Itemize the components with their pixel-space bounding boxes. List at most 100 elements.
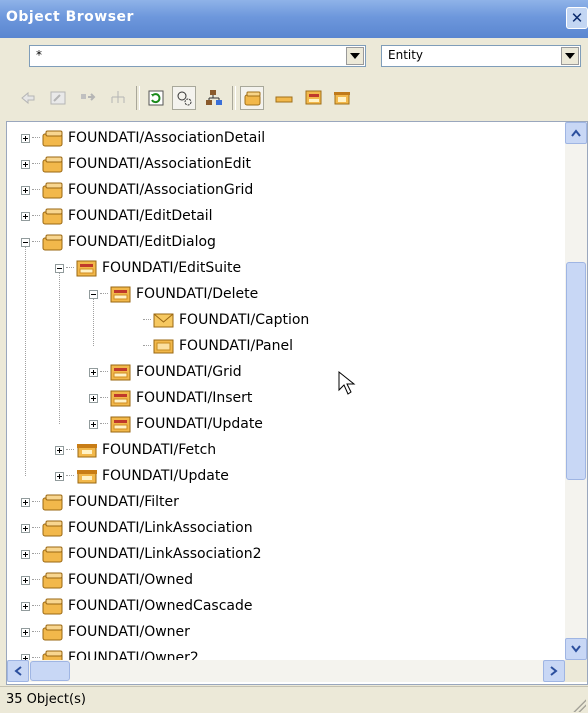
entity-icon: [42, 597, 64, 615]
expand-plus-icon[interactable]: [55, 471, 64, 481]
close-icon: ✕: [570, 9, 584, 27]
expand-plus-icon[interactable]: [21, 601, 30, 611]
tree-node[interactable]: FOUNDATI/AssociationEdit: [21, 151, 251, 177]
tree-node[interactable]: FOUNDATI/Fetch: [55, 437, 216, 463]
title-bar[interactable]: Object Browser ✕: [0, 0, 588, 38]
tree-node[interactable]: FOUNDATI/Owned: [21, 567, 193, 593]
tree-node-label: FOUNDATI/AssociationEdit: [68, 156, 252, 172]
tree-branch-line: [100, 397, 108, 399]
tree-node[interactable]: FOUNDATI/Filter: [21, 489, 179, 515]
scroll-down-button[interactable]: [565, 638, 587, 660]
tree-node[interactable]: FOUNDATI/LinkAssociation2: [21, 541, 262, 567]
collapse-minus-icon[interactable]: [55, 263, 64, 273]
type-filter-value: Entity: [388, 48, 424, 62]
tree-rows: FOUNDATI/AssociationDetail FOUNDATI/Assoc…: [7, 122, 565, 660]
tree-node[interactable]: FOUNDATI/OwnedCascade: [21, 593, 252, 619]
tree-node[interactable]: FOUNDATI/Owner2: [21, 645, 199, 660]
tree-node[interactable]: FOUNDATI/EditDialog: [21, 229, 216, 255]
tree-guide-line: [59, 273, 61, 424]
suite-icon: [110, 285, 132, 303]
tree-node-label: FOUNDATI/Fetch: [102, 442, 217, 458]
tree-node[interactable]: FOUNDATI/LinkAssociation: [21, 515, 253, 541]
status-bar: 35 Object(s): [0, 686, 588, 713]
object-tree[interactable]: FOUNDATI/AssociationDetail FOUNDATI/Assoc…: [6, 121, 588, 685]
tree-node[interactable]: FOUNDATI/Grid: [89, 359, 242, 385]
tree-node-label: FOUNDATI/Filter: [68, 494, 179, 510]
tree-node[interactable]: FOUNDATI/Update: [55, 463, 229, 489]
expand-plus-icon[interactable]: [89, 367, 98, 377]
type-filter-combo[interactable]: Entity: [381, 45, 581, 67]
toolbar: [6, 80, 586, 116]
tree-node[interactable]: FOUNDATI/Update: [89, 411, 263, 437]
tree-node-label: FOUNDATI/Update: [136, 416, 263, 432]
tree-node-label: FOUNDATI/Owned: [68, 572, 194, 588]
tree-node-label: FOUNDATI/Insert: [136, 390, 253, 406]
tree-node[interactable]: FOUNDATI/Panel: [123, 333, 293, 359]
expand-plus-icon[interactable]: [89, 393, 98, 403]
collapse-minus-icon[interactable]: [89, 289, 98, 299]
scroll-left-button[interactable]: [7, 660, 29, 682]
tree-node[interactable]: FOUNDATI/AssociationGrid: [21, 177, 253, 203]
tree-node-label: FOUNDATI/LinkAssociation2: [68, 546, 262, 562]
expand-plus-icon[interactable]: [21, 497, 30, 507]
tree-node-label: FOUNDATI/EditDialog: [68, 234, 216, 250]
collapse-minus-icon[interactable]: [21, 237, 30, 247]
expand-plus-icon[interactable]: [21, 523, 30, 533]
horizontal-scrollbar[interactable]: [7, 660, 565, 682]
tree-node-label: FOUNDATI/Grid: [136, 364, 242, 380]
tree-node-label: FOUNDATI/AssociationDetail: [68, 130, 266, 146]
resize-grip-icon[interactable]: [572, 698, 586, 712]
collection-filter-icon[interactable]: [330, 86, 354, 110]
expand-plus-icon[interactable]: [55, 445, 64, 455]
object-count: 35 Object(s): [6, 692, 86, 707]
expand-plus-icon[interactable]: [21, 549, 30, 559]
suite-icon: [110, 415, 132, 433]
chevron-down-icon[interactable]: [346, 47, 364, 65]
refresh-icon[interactable]: [144, 86, 168, 110]
search-objects-icon[interactable]: [172, 86, 196, 110]
tree-node[interactable]: FOUNDATI/EditSuite: [55, 255, 241, 281]
tree-node[interactable]: FOUNDATI/AssociationDetail: [21, 125, 265, 151]
scroll-right-button[interactable]: [543, 660, 565, 682]
tree-branch-line: [32, 605, 40, 607]
close-button[interactable]: ✕: [566, 7, 588, 29]
suite-icon: [76, 259, 98, 277]
hierarchy-icon[interactable]: [106, 86, 130, 110]
tree-node[interactable]: FOUNDATI/Delete: [89, 281, 258, 307]
tree-node[interactable]: FOUNDATI/Insert: [89, 385, 252, 411]
name-filter-combo[interactable]: *: [29, 45, 366, 67]
tree-branch-line: [32, 553, 40, 555]
expand-plus-icon[interactable]: [21, 185, 30, 195]
entity-icon: [42, 233, 64, 251]
suite-filter-icon[interactable]: [302, 86, 326, 110]
entity-filter-icon[interactable]: [240, 86, 264, 110]
vertical-scrollbar[interactable]: [565, 122, 587, 660]
expand-plus-icon[interactable]: [21, 159, 30, 169]
expand-plus-icon[interactable]: [21, 211, 30, 221]
back-arrow-icon[interactable]: [16, 86, 40, 110]
entity-icon: [42, 649, 64, 660]
expand-plus-icon[interactable]: [21, 627, 30, 637]
tree-branch-line: [32, 215, 40, 217]
tree-branch-line: [32, 137, 40, 139]
object-browser-window: Object Browser ✕ * Entity FOUNDATI/Assoc…: [0, 0, 588, 713]
tree-node[interactable]: FOUNDATI/Caption: [123, 307, 309, 333]
forward-icon[interactable]: [46, 86, 70, 110]
scroll-up-button[interactable]: [565, 122, 587, 144]
envelope-icon: [153, 311, 175, 329]
tree-node[interactable]: FOUNDATI/EditDetail: [21, 203, 213, 229]
attribute-filter-icon[interactable]: [272, 86, 296, 110]
suite-icon: [110, 363, 132, 381]
entity-icon: [42, 545, 64, 563]
expand-plus-icon[interactable]: [89, 419, 98, 429]
tree-branch-line: [32, 241, 40, 243]
tree-node[interactable]: FOUNDATI/Owner: [21, 619, 190, 645]
chevron-down-icon[interactable]: [561, 47, 579, 65]
move-icon[interactable]: [76, 86, 100, 110]
tree-guide-line: [25, 247, 27, 476]
relations-icon[interactable]: [202, 86, 226, 110]
vertical-scroll-thumb[interactable]: [566, 262, 586, 480]
horizontal-scroll-thumb[interactable]: [30, 661, 70, 681]
expand-plus-icon[interactable]: [21, 133, 30, 143]
expand-plus-icon[interactable]: [21, 575, 30, 585]
